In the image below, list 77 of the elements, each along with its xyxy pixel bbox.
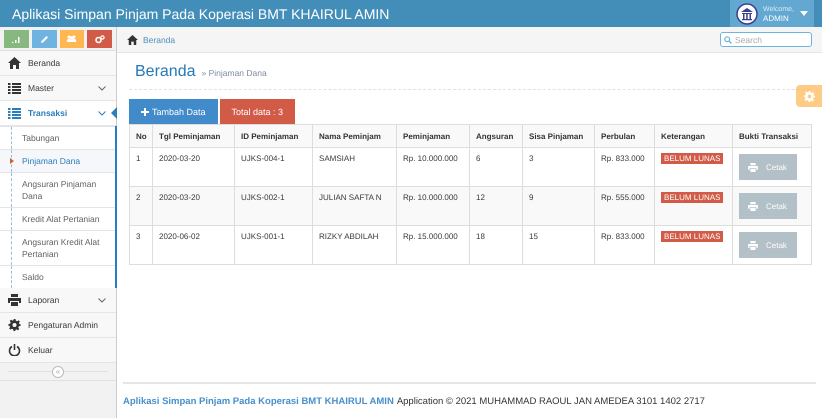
app-title: Aplikasi Simpan Pinjam Pada Koperasi BMT KHAIRUL AMIN	[11, 6, 390, 22]
column-header: ID Peminjaman	[234, 124, 312, 148]
users-shortcut-button[interactable]	[60, 30, 84, 48]
sidebar-item[interactable]: Keluar	[0, 338, 116, 363]
caret-icon	[800, 11, 808, 16]
search-icon	[724, 36, 732, 44]
status-label: BELUM LUNAS	[661, 153, 724, 164]
table-cell: 12	[470, 186, 522, 226]
table-cell: Rp. 10.000.000	[396, 186, 470, 226]
pencil-icon	[40, 34, 49, 44]
status-label: BELUM LUNAS	[661, 231, 724, 242]
table-cell: 3	[130, 226, 152, 264]
building-icon	[736, 2, 758, 24]
bar-chart-icon	[11, 35, 22, 43]
printer-icon	[748, 162, 758, 172]
table-cell: UJKS-001-1	[234, 226, 312, 264]
column-header: Keterangan	[654, 124, 732, 148]
table-cell: UJKS-002-1	[234, 186, 312, 226]
cogs-shortcut-button[interactable]	[87, 30, 112, 48]
table-cell: 2020-03-20	[152, 186, 234, 226]
power-icon	[8, 344, 21, 356]
table-cell: 15	[522, 226, 594, 264]
table-cell: JULIAN SAFTA N	[312, 186, 396, 226]
plus-icon	[141, 108, 149, 116]
column-header: Nama Peminjam	[312, 124, 396, 148]
submenu-item[interactable]: Kredit Alat Pertanian	[0, 207, 115, 230]
table-cell: Rp. 833.000	[594, 226, 654, 264]
chart-shortcut-button[interactable]	[4, 30, 29, 48]
add-data-button[interactable]: Tambah Data	[129, 99, 218, 124]
column-header: Angsuran	[470, 124, 522, 148]
chevron-icon	[98, 86, 106, 90]
sidebar-item[interactable]: Pengaturan Admin	[0, 313, 116, 338]
footer-text: Application © 2021 MUHAMMAD RAOUL JAN AMEDEA 3101 1402 2717	[396, 396, 705, 406]
chevron-icon	[98, 298, 106, 302]
chevron-icon	[98, 110, 106, 116]
column-header: Sisa Pinjaman	[522, 124, 594, 148]
submenu-item[interactable]: Angsuran Pinjaman Dana	[0, 172, 115, 207]
user-name: ADMIN	[763, 14, 790, 22]
table-cell: Rp. 555.000	[594, 186, 654, 226]
submenu-item[interactable]: Pinjaman Dana	[0, 149, 115, 172]
column-header: Peminjaman	[396, 124, 470, 148]
active-arrow-icon	[10, 158, 14, 164]
status-label: BELUM LUNAS	[661, 192, 724, 203]
column-header: No	[130, 124, 152, 148]
settings-button[interactable]	[796, 85, 822, 107]
sidebar-item[interactable]: Beranda	[0, 51, 116, 76]
list-icon	[8, 108, 21, 118]
table-cell: 2020-06-02	[152, 226, 234, 264]
table-cell: 18	[470, 226, 522, 264]
column-header: Perbulan	[594, 124, 654, 148]
list-icon	[8, 82, 21, 94]
submenu-item[interactable]: Angsuran Kredit Alat Pertanian	[0, 230, 115, 265]
printer-icon	[8, 294, 21, 306]
table-cell: 2	[130, 186, 152, 226]
page-subtitle: » Pinjaman Dana	[202, 68, 267, 78]
sidebar-item[interactable]: Master	[0, 76, 116, 101]
table-cell: 9	[522, 186, 594, 226]
sidebar-item[interactable]: Laporan	[0, 288, 116, 313]
table-cell: RIZKY ABDILAH	[312, 226, 396, 264]
pencil-shortcut-button[interactable]	[32, 30, 56, 48]
settings-icon	[8, 319, 21, 331]
column-header: Bukti Transaksi	[732, 124, 812, 148]
settings-icon	[804, 90, 814, 102]
column-header: Tgl Peminjaman	[152, 124, 234, 148]
table-cell: Rp. 15.000.000	[396, 226, 470, 264]
total-count-badge: Total data : 3	[220, 99, 296, 124]
sidebar-item[interactable]: Transaksi	[0, 101, 116, 126]
breadcrumb-link[interactable]: Beranda	[143, 34, 176, 44]
home-icon	[8, 57, 21, 69]
cogs-icon	[94, 34, 105, 44]
search-field[interactable]: Search	[720, 32, 812, 47]
footer-brand: Aplikasi Simpan Pinjam Pada Koperasi BMT KHAIRUL AMIN	[123, 396, 394, 406]
printer-icon	[748, 240, 758, 250]
page-title: Beranda	[135, 63, 196, 81]
printer-icon	[748, 202, 758, 210]
home-icon	[127, 34, 138, 44]
users-icon	[66, 35, 78, 43]
